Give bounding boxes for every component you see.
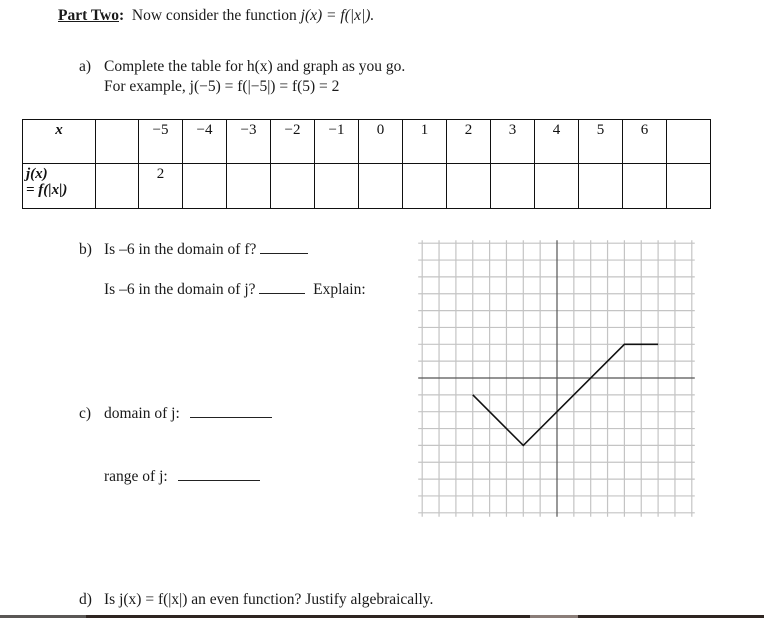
table-cell — [95, 119, 139, 164]
table-cell: 6 — [622, 119, 667, 164]
j-header-line2: = f(|x|) — [26, 182, 68, 198]
function-definition: j(x) = f(|x|). — [300, 7, 375, 24]
intro-text: Now consider the function — [131, 7, 301, 24]
table-input-cell[interactable] — [358, 163, 403, 209]
table-input-cell[interactable]: 2 — [138, 163, 183, 209]
x-header: x — [22, 119, 96, 164]
table-cell: −3 — [226, 119, 271, 164]
table-cell: 0 — [358, 119, 403, 164]
table-input-cell[interactable] — [490, 163, 535, 209]
part-b-question-1: Is –6 in the domain of f? — [104, 241, 309, 259]
table-input-cell[interactable] — [666, 163, 711, 209]
table-input-cell[interactable] — [534, 163, 579, 209]
table-cell: 1 — [402, 119, 447, 164]
value-table: x −5 −4 −3 −2 −1 0 1 2 3 4 5 6 j(x) = f(… — [22, 119, 711, 209]
domain-answer-blank[interactable] — [189, 416, 272, 418]
table-cell: −5 — [138, 119, 183, 164]
table-input-cell[interactable] — [446, 163, 491, 209]
table-cell: 4 — [534, 119, 579, 164]
table-input-cell[interactable] — [314, 163, 359, 209]
domain-label: domain of j: — [104, 405, 180, 422]
part-a-example: For example, j(−5) = f(|−5|) = f(5) = 2 — [104, 78, 340, 95]
table-input-cell[interactable] — [402, 163, 447, 209]
part-d-label: d) — [79, 591, 92, 608]
table-cell: 3 — [490, 119, 535, 164]
part-b-question-2: Is –6 in the domain of j? Explain: — [104, 281, 366, 299]
table-cell — [666, 119, 711, 164]
j-header: j(x) = f(|x|) — [22, 163, 96, 209]
range-answer-blank[interactable] — [177, 479, 260, 481]
table-row-x: x −5 −4 −3 −2 −1 0 1 2 3 4 5 6 — [22, 119, 711, 164]
table-cell: 5 — [578, 119, 623, 164]
j-header-line1: j(x) — [26, 166, 48, 182]
table-cell: −4 — [182, 119, 227, 164]
table-input-cell[interactable] — [95, 163, 139, 209]
part-two-heading: Part Two: Now consider the function j(x)… — [58, 7, 375, 24]
range-question: range of j: — [104, 468, 260, 486]
part-d-question: Is j(x) = f(|x|) an even function? Justi… — [104, 591, 434, 608]
table-input-cell[interactable] — [270, 163, 315, 209]
answer-blank-1[interactable] — [260, 252, 309, 254]
domain-question: domain of j: — [104, 405, 272, 423]
part-b-label: b) — [79, 241, 92, 258]
part-label: Part Two — [58, 7, 119, 24]
table-row-j: j(x) = f(|x|) 2 — [22, 163, 711, 209]
part-a-instruction: Complete the table for h(x) and graph as… — [104, 58, 406, 75]
part-c-label: c) — [79, 405, 92, 422]
table-input-cell[interactable] — [578, 163, 623, 209]
function-graph — [418, 240, 695, 517]
question-2-text: Is –6 in the domain of j? — [104, 281, 256, 298]
table-input-cell[interactable] — [226, 163, 271, 209]
answer-blank-2[interactable] — [259, 292, 306, 294]
axes — [418, 240, 695, 517]
explain-label: Explain: — [313, 281, 366, 298]
part-a-label: a) — [79, 58, 92, 75]
question-1-text: Is –6 in the domain of f? — [104, 241, 257, 258]
table-cell: −1 — [314, 119, 359, 164]
range-label: range of j: — [104, 468, 168, 485]
table-input-cell[interactable] — [622, 163, 667, 209]
table-input-cell[interactable] — [182, 163, 227, 209]
table-cell: −2 — [270, 119, 315, 164]
table-cell: 2 — [446, 119, 491, 164]
